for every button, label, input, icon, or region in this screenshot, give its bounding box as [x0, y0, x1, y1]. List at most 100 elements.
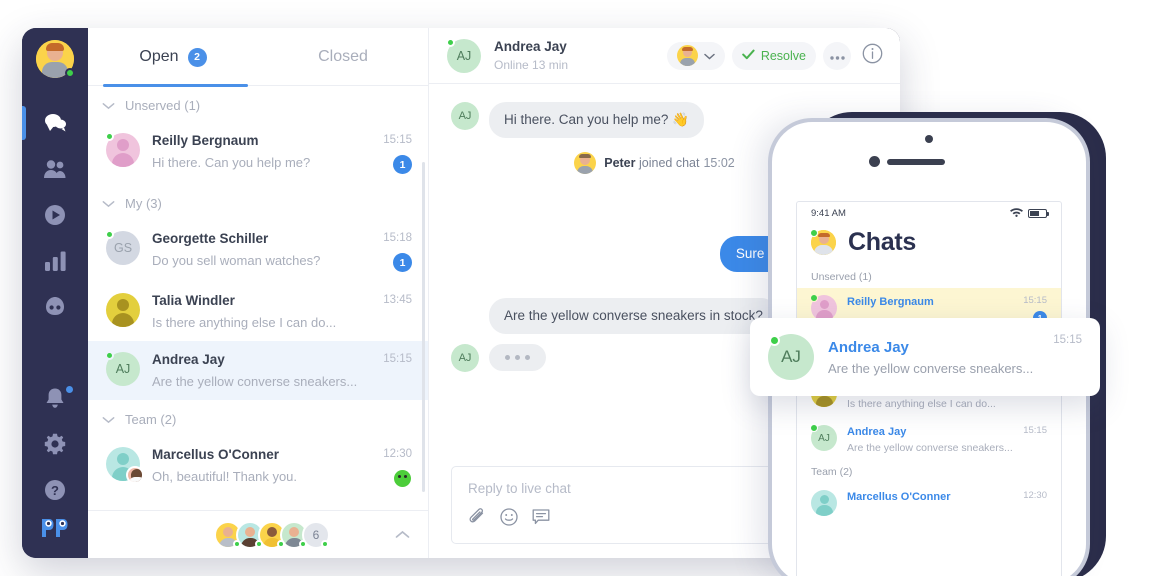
- row-contact-name: Andrea Jay: [152, 352, 225, 367]
- online-status-dot: [277, 539, 285, 548]
- unread-count-badge: 1: [393, 253, 412, 272]
- phone-row-name: Reilly Bergnaum: [847, 296, 934, 308]
- user-avatar[interactable]: [36, 40, 75, 78]
- info-button[interactable]: [858, 42, 886, 70]
- message-bubble: Are the yellow converse sneakers in stoc…: [489, 298, 778, 334]
- row-message-preview: Do you sell woman watches?: [152, 253, 321, 268]
- sidebar-item-settings[interactable]: [22, 421, 88, 467]
- online-status-dot: [810, 424, 818, 432]
- phone-conversation-item[interactable]: AJ Andrea Jay Are the yellow converse sn…: [797, 418, 1061, 462]
- phone-row-text: Reilly Bergnaum: [847, 295, 1013, 312]
- contacts-icon: [43, 158, 67, 180]
- chevron-down-icon[interactable]: [102, 200, 115, 208]
- phone-row-time: 15:15: [1023, 425, 1047, 436]
- phone-row-message: Is there anything else I can do...: [847, 398, 996, 410]
- phone-row-avatar: [811, 490, 837, 516]
- conversation-list-item[interactable]: Marcellus O'Conner Oh, beautiful! Thank …: [88, 436, 428, 497]
- sidebar-item-bots[interactable]: [22, 284, 88, 330]
- sidebar-item-reports[interactable]: [22, 238, 88, 284]
- row-avatar: GS: [105, 230, 140, 265]
- phone-front-camera-icon: [925, 135, 933, 143]
- row-meta: 12:30: [383, 445, 412, 487]
- online-status-dot: [105, 230, 114, 239]
- row-message-preview: Is there anything else I can do...: [152, 315, 337, 330]
- canned-response-icon[interactable]: [532, 508, 550, 531]
- notification-toast[interactable]: AJ Andrea Jay Are the yellow converse sn…: [750, 318, 1100, 396]
- conversation-list-scroll[interactable]: Unserved (1) Reilly Bergnaum Hi there. C…: [88, 86, 428, 510]
- list-scrollbar[interactable]: [422, 162, 425, 492]
- phone-row-time: 15:15: [1023, 295, 1047, 306]
- phone-user-avatar[interactable]: [810, 229, 836, 255]
- row-message-preview: Are the yellow converse sneakers...: [152, 374, 358, 389]
- conversation-list-item[interactable]: GS Georgette Schiller Do you sell woman …: [88, 220, 428, 282]
- phone-status-icons: [1010, 207, 1049, 220]
- tab-open-label: Open: [139, 48, 179, 65]
- sidebar-item-chats[interactable]: [22, 100, 88, 146]
- sidebar-item-notifications[interactable]: [22, 375, 88, 421]
- chevron-down-icon: [704, 47, 715, 65]
- row-text: Andrea Jay Are the yellow converse sneak…: [152, 350, 371, 390]
- row-message-preview: Hi there. Can you help me?: [152, 155, 311, 170]
- toast-avatar-initials: AJ: [781, 347, 801, 366]
- chevron-down-icon[interactable]: [102, 102, 115, 110]
- avatar-hair: [46, 43, 64, 51]
- row-text: Reilly Bergnaum Hi there. Can you help m…: [152, 131, 371, 171]
- agent-avatar-stack[interactable]: 6: [214, 520, 330, 549]
- sidebar-item-contacts[interactable]: [22, 146, 88, 192]
- resolve-button[interactable]: Resolve: [731, 41, 816, 70]
- tab-open-badge: 2: [187, 47, 207, 67]
- row-contact-name: Georgette Schiller: [152, 231, 269, 246]
- notification-badge: [65, 385, 74, 394]
- message-avatar: AJ: [451, 102, 479, 130]
- list-group-title: My (3): [125, 196, 162, 211]
- attachment-icon[interactable]: [468, 508, 486, 531]
- row-contact-name: Talia Windler: [152, 293, 235, 308]
- tab-closed-label: Closed: [318, 48, 368, 65]
- emoji-icon[interactable]: [500, 508, 518, 531]
- conversation-list-item[interactable]: Talia Windler Is there anything else I c…: [88, 282, 428, 341]
- row-text: Marcellus O'Conner Oh, beautiful! Thank …: [152, 445, 371, 485]
- toast-timestamp: 15:15: [1053, 334, 1082, 346]
- list-group-header[interactable]: Team (2): [88, 400, 428, 436]
- list-group-header[interactable]: My (3): [88, 184, 428, 220]
- row-avatar: [106, 447, 144, 484]
- conversation-status: Online 13 min: [494, 58, 569, 72]
- assignee-selector[interactable]: [666, 41, 725, 70]
- row-timestamp: 15:15: [383, 134, 412, 146]
- bot-icon: [43, 296, 67, 318]
- message-avatar: AJ: [451, 344, 479, 372]
- conversation-list-item[interactable]: AJ Andrea Jay Are the yellow converse sn…: [88, 341, 428, 400]
- phone-row-name: Marcellus O'Conner: [847, 491, 951, 503]
- more-options-button[interactable]: [823, 41, 851, 70]
- phone-row-text: Andrea Jay Are the yellow converse sneak…: [847, 425, 1013, 454]
- chevron-up-icon[interactable]: [395, 530, 410, 539]
- phone-row-meta: 15:15: [1023, 425, 1047, 436]
- toast-avatar: AJ: [768, 334, 814, 380]
- conversation-list-item[interactable]: Reilly Bergnaum Hi there. Can you help m…: [88, 122, 428, 184]
- phone-conversation-item[interactable]: Marcellus O'Conner 12:30: [797, 483, 1061, 524]
- chevron-down-icon[interactable]: [102, 416, 115, 424]
- chat-bubbles-icon: [43, 111, 67, 135]
- list-group-header[interactable]: Unserved (1): [88, 86, 428, 122]
- secondary-avatar: [126, 466, 144, 484]
- phone-row-message: Are the yellow converse sneakers...: [847, 442, 1013, 454]
- assignee-avatar-icon: [676, 45, 698, 66]
- list-tabs: Open 2 Closed: [88, 28, 428, 87]
- conversation-avatar: AJ: [446, 37, 481, 73]
- conversation-avatar-initials: AJ: [456, 48, 472, 63]
- online-status-dot: [321, 539, 329, 548]
- row-timestamp: 15:18: [383, 232, 412, 244]
- row-meta: 15:18 1: [383, 229, 412, 272]
- row-avatar: [106, 293, 140, 327]
- phone-row-meta: 12:30: [1023, 490, 1047, 501]
- brand-logo-icon[interactable]: [40, 517, 70, 544]
- reaction-emoji-badge: [394, 470, 411, 487]
- phone-group-header: Team (2): [811, 466, 853, 478]
- tab-closed[interactable]: Closed: [258, 28, 428, 86]
- sidebar-item-visitors[interactable]: [22, 192, 88, 238]
- bell-icon: [44, 387, 66, 410]
- tab-open[interactable]: Open 2: [88, 28, 258, 86]
- unread-count-badge: 1: [393, 155, 412, 174]
- sidebar-item-help[interactable]: ?: [22, 467, 88, 513]
- play-circle-icon: [43, 203, 67, 227]
